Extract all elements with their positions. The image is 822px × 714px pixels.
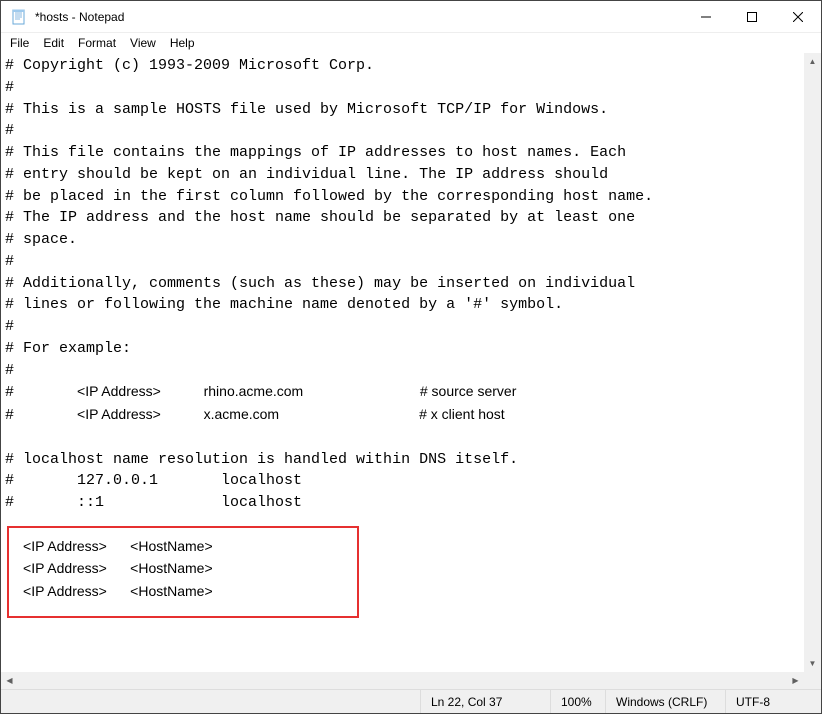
window-title: *hosts - Notepad xyxy=(35,10,683,24)
menu-edit[interactable]: Edit xyxy=(36,35,71,51)
editor-area: # Copyright (c) 1993-2009 Microsoft Corp… xyxy=(1,53,821,689)
scroll-right-arrow[interactable]: ▶ xyxy=(787,672,804,689)
text-editor[interactable]: # Copyright (c) 1993-2009 Microsoft Corp… xyxy=(1,53,804,672)
maximize-button[interactable] xyxy=(729,1,775,32)
close-button[interactable] xyxy=(775,1,821,32)
scroll-corner xyxy=(804,672,821,689)
status-zoom: 100% xyxy=(551,690,606,713)
menu-help[interactable]: Help xyxy=(163,35,202,51)
menubar: File Edit Format View Help xyxy=(1,33,821,53)
status-line-ending: Windows (CRLF) xyxy=(606,690,726,713)
menu-view[interactable]: View xyxy=(123,35,163,51)
scroll-track-h[interactable] xyxy=(18,672,787,689)
scroll-up-arrow[interactable]: ▲ xyxy=(804,53,821,70)
scroll-down-arrow[interactable]: ▼ xyxy=(804,655,821,672)
status-line-col: Ln 22, Col 37 xyxy=(421,690,551,713)
window-controls xyxy=(683,1,821,32)
menu-format[interactable]: Format xyxy=(71,35,123,51)
titlebar: *hosts - Notepad xyxy=(1,1,821,33)
status-encoding: UTF-8 xyxy=(726,690,821,713)
menu-file[interactable]: File xyxy=(3,35,36,51)
vertical-scrollbar[interactable]: ▲ ▼ xyxy=(804,53,821,672)
status-spacer xyxy=(1,690,421,713)
horizontal-scrollbar[interactable]: ◀ ▶ xyxy=(1,672,804,689)
statusbar: Ln 22, Col 37 100% Windows (CRLF) UTF-8 xyxy=(1,689,821,713)
notepad-icon xyxy=(9,7,29,27)
scroll-track-v[interactable] xyxy=(804,70,821,655)
minimize-button[interactable] xyxy=(683,1,729,32)
scroll-left-arrow[interactable]: ◀ xyxy=(1,672,18,689)
